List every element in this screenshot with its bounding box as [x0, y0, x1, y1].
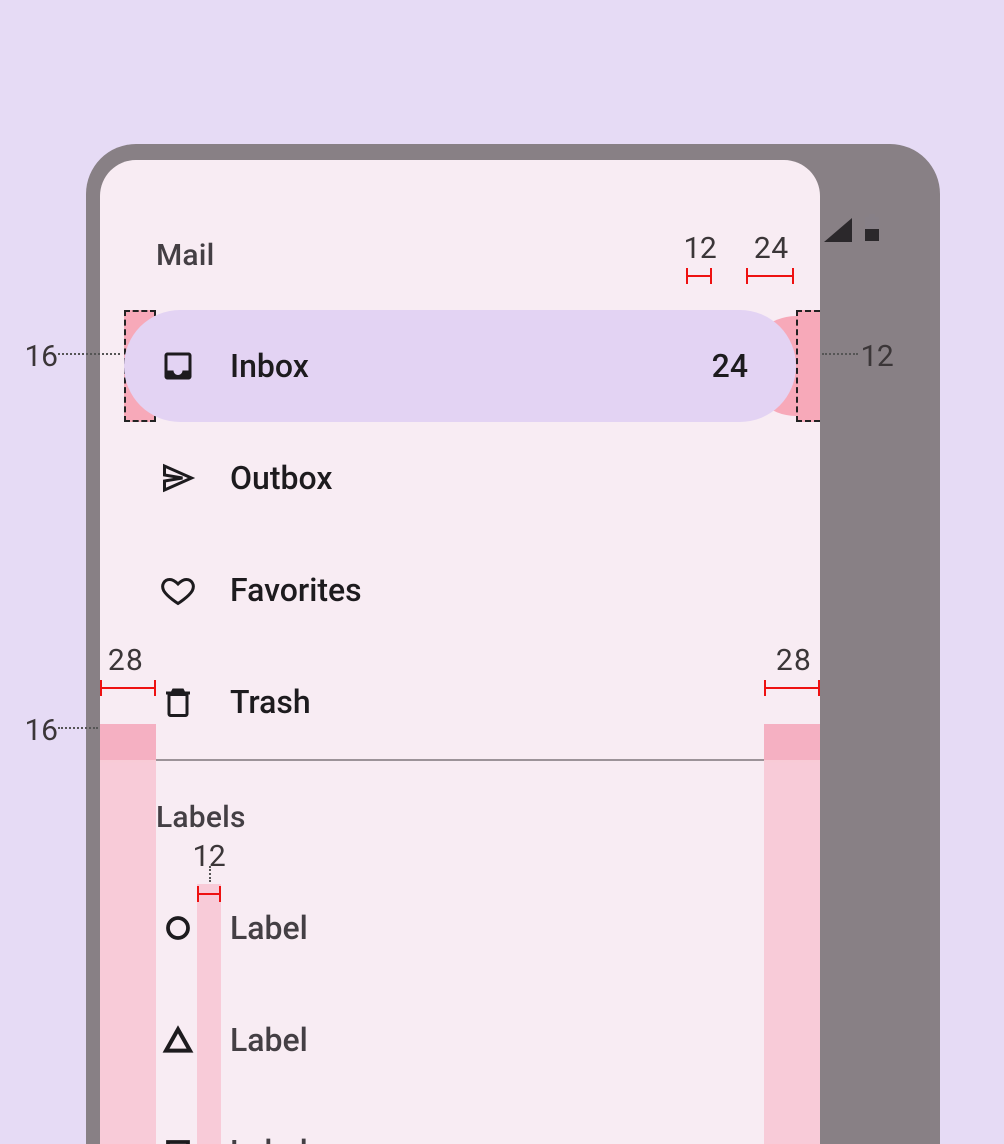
triangle-icon	[160, 1022, 196, 1058]
spec-leader	[209, 866, 211, 882]
spec-leader	[58, 353, 120, 355]
nav-item-label: Inbox	[230, 347, 309, 385]
signal-icon	[824, 218, 852, 242]
spec-hbar	[764, 680, 820, 696]
spec-value-12: 12	[860, 336, 894, 375]
label-item-triangle[interactable]: Label	[160, 984, 764, 1096]
label-item-label: Label	[230, 909, 308, 947]
divider	[156, 759, 764, 761]
spec-leader	[822, 353, 858, 355]
spec-value-16: 16	[24, 336, 58, 375]
spec-dash-right	[796, 310, 820, 422]
spec-leader	[58, 727, 98, 729]
section-header-mail: Mail	[156, 238, 215, 273]
label-item-label: Label	[230, 1133, 308, 1144]
navigation-drawer: Mail Labels Inbox 24 Outbox	[100, 160, 820, 1144]
nav-item-outbox[interactable]: Outbox	[124, 422, 796, 534]
circle-icon	[160, 910, 196, 946]
spec-hbar	[686, 268, 712, 284]
spec-hbar	[100, 680, 156, 696]
trash-icon	[160, 684, 196, 720]
status-bar	[824, 214, 880, 242]
spec-value-28: 28	[776, 640, 810, 679]
spec-value-16: 16	[24, 710, 58, 749]
battery-icon	[864, 214, 880, 242]
spec-value-28: 28	[108, 640, 142, 679]
spec-hbar	[197, 886, 221, 902]
spec-hbar	[746, 268, 794, 284]
nav-item-label: Trash	[230, 683, 311, 721]
section-header-labels: Labels	[156, 800, 246, 835]
nav-item-label: Outbox	[230, 459, 332, 497]
nav-item-trash[interactable]: Trash	[124, 646, 796, 758]
phone-frame: Mail Labels Inbox 24 Outbox	[86, 144, 940, 1144]
label-item-circle[interactable]: Label	[160, 872, 764, 984]
square-icon	[160, 1134, 196, 1144]
spec-value-24: 24	[754, 228, 788, 267]
label-item-label: Label	[230, 1021, 308, 1059]
inbox-icon	[160, 348, 196, 384]
send-icon	[160, 460, 196, 496]
spec-value-12: 12	[683, 228, 717, 267]
nav-item-favorites[interactable]: Favorites	[124, 534, 796, 646]
nav-item-inbox[interactable]: Inbox 24	[124, 310, 796, 422]
nav-item-label: Favorites	[230, 571, 362, 609]
heart-icon	[160, 572, 196, 608]
spec-margin-left	[100, 724, 156, 1144]
label-item-square[interactable]: Label	[160, 1096, 764, 1144]
nav-item-badge: 24	[712, 347, 748, 385]
spec-margin-right	[764, 724, 820, 1144]
